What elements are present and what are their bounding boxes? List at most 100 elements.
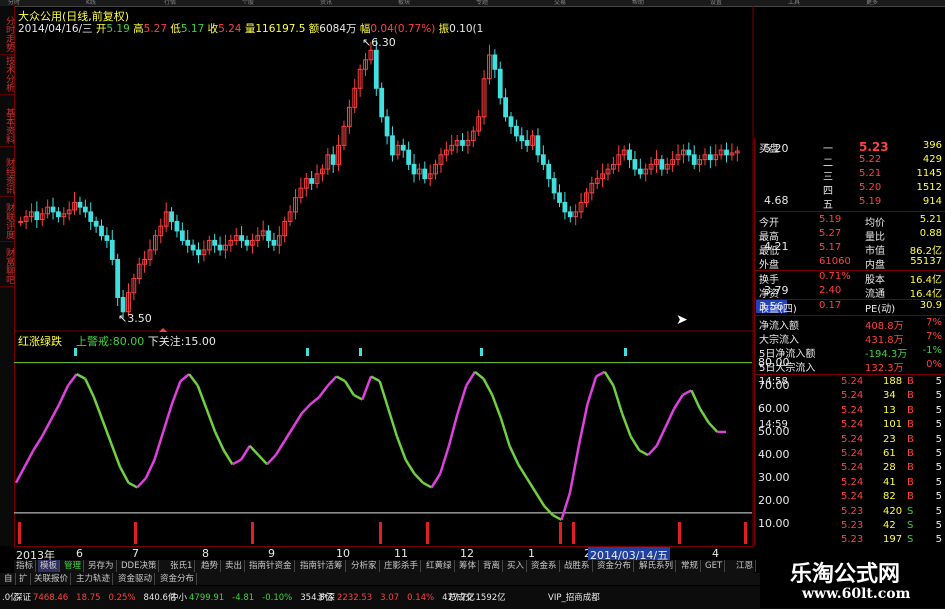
candle-body	[174, 220, 180, 232]
indicator-tab[interactable]: 卖出	[223, 560, 246, 572]
oscillator-segment	[612, 385, 624, 414]
indicator-tab[interactable]: 筹体	[457, 560, 480, 572]
panel-tab[interactable]: 资金驱动	[116, 573, 156, 585]
oscillator-segment	[136, 477, 147, 489]
candle-body	[77, 201, 83, 208]
order-book-row: 四 5.20 1512	[755, 182, 945, 197]
candle-body	[562, 201, 568, 213]
oscillator-segment	[682, 389, 692, 397]
panel-tab[interactable]: 自	[2, 573, 16, 585]
oscillator-segment	[586, 376, 598, 405]
oscillator-segment	[552, 514, 563, 521]
top-tab[interactable]: 更多	[866, 0, 878, 6]
oscillator-segment	[361, 375, 373, 401]
left-tab[interactable]: 财联评度	[0, 201, 14, 242]
stat-row: 收益(四) 0.17 PE(动) 30.9	[759, 300, 942, 315]
oscillator-segment	[240, 445, 251, 461]
oscillator-segment	[577, 403, 589, 447]
oscillator-segment	[447, 413, 459, 447]
status-item: VIP_招商成都	[548, 593, 600, 603]
indicator-tab[interactable]: 趋势	[199, 560, 222, 572]
candle-body	[659, 159, 665, 170]
close-value: 5.24	[218, 23, 242, 35]
candle-body	[514, 125, 519, 137]
month-label: 12	[460, 547, 474, 560]
candle-body	[524, 140, 530, 146]
left-tab[interactable]: 技术分析	[0, 54, 14, 95]
candle-body	[373, 49, 379, 89]
indicator-tab[interactable]: 张氏1	[168, 560, 196, 572]
panel-tab[interactable]: 资金分布	[158, 573, 198, 585]
indicator-tab[interactable]: GET	[703, 560, 726, 572]
indicator-axis-label: 10.00	[758, 517, 790, 531]
oscillator-segment	[66, 373, 78, 387]
stat-row: 外盘 61060 内盘 55137	[759, 256, 942, 271]
flow-row: 大宗流入 431.8万 7%	[759, 331, 942, 346]
bid-price: 5.22	[859, 154, 882, 165]
candle-body	[88, 211, 94, 222]
indicator-tab[interactable]: 资金分布	[595, 560, 635, 572]
time-axis: 2013年67891011121242014/03/14/五	[14, 546, 754, 563]
quote-panel: 买盘 一 5.23 396 二 5.22 429 三 5.21 1145 四 5.20 1512 五 5.1…	[754, 138, 945, 560]
indicator-tab[interactable]: 解氏系列	[637, 560, 677, 572]
indicator-name: 红涨绿跌	[18, 335, 62, 348]
indicator-tab[interactable]: 指标	[14, 560, 37, 572]
low-annotation: ↖3.50	[118, 312, 152, 325]
indicator-tab[interactable]: 资金系	[529, 560, 560, 572]
oscillator-segment	[647, 444, 658, 456]
oscillator-segment	[465, 371, 476, 387]
amplitude-value: 0.10(1	[449, 23, 484, 35]
indicator-tab[interactable]: 红黄绿	[424, 560, 455, 572]
signal-marker	[359, 348, 362, 356]
left-tab[interactable]: 基本资料	[0, 106, 14, 147]
bid-volume: 429	[922, 154, 942, 165]
candle-body	[56, 211, 61, 218]
oscillator-segment	[266, 454, 277, 466]
oscillator-segment	[179, 373, 190, 383]
oscillator-segment	[309, 396, 320, 406]
signal-marker	[74, 348, 77, 356]
top-tab[interactable]: 工具	[788, 0, 800, 6]
indicator-tab[interactable]: 分析家	[349, 560, 380, 572]
indicator-tab[interactable]: 常规	[679, 560, 702, 572]
oscillator-segment	[205, 408, 217, 433]
candle-body	[271, 239, 277, 246]
oscillator-segment	[387, 408, 399, 437]
panel-tab[interactable]: 主力轨迹	[74, 573, 114, 585]
left-tab[interactable]: 财经资讯	[0, 156, 14, 197]
indicator-tab[interactable]: 指南针活筹	[298, 560, 346, 572]
kline-chart-area[interactable]	[14, 6, 754, 546]
oscillator-segment	[231, 458, 242, 466]
oscillator-segment	[326, 375, 338, 387]
kline-chart-svg[interactable]	[14, 6, 754, 546]
left-tab[interactable]: 财富聊吧	[0, 246, 14, 287]
candle-body	[691, 154, 697, 165]
oscillator-segment	[101, 419, 113, 444]
indicator-tab[interactable]: 管理	[62, 560, 85, 572]
marker-icon	[159, 328, 168, 332]
indicator-tab[interactable]: 买入	[505, 560, 528, 572]
left-tab[interactable]: 分时走势	[0, 14, 14, 55]
indicator-tab[interactable]: DDE决策	[119, 560, 160, 572]
panel-tab[interactable]: 关联报价	[32, 573, 72, 585]
oscillator-segment	[222, 449, 234, 465]
indicator-tab[interactable]: 庄影杀手	[382, 560, 422, 572]
indicator-tab[interactable]: 背离	[481, 560, 504, 572]
oscillator-segment	[413, 472, 424, 484]
bid-volume: 396	[922, 140, 942, 151]
candle-body	[169, 211, 174, 222]
oscillator-segment	[58, 385, 70, 405]
indicator-tab[interactable]: 战胜系	[562, 560, 593, 572]
indicator-axis-label: 50.00	[758, 424, 790, 438]
indicator-tab[interactable]: 另存为	[86, 560, 117, 572]
indicator-tab[interactable]: 模板	[38, 560, 61, 572]
candle-body	[115, 258, 121, 298]
oscillator-segment	[353, 393, 363, 401]
indicator-tab[interactable]: 指南针资金	[247, 560, 295, 572]
panel-tab[interactable]: 扩	[17, 573, 31, 585]
candle-body	[390, 135, 395, 156]
oscillator-segment	[40, 419, 52, 438]
indicator-tab[interactable]: 江恩	[734, 560, 757, 572]
oscillator-segment	[343, 380, 355, 396]
candle-body	[50, 206, 56, 213]
